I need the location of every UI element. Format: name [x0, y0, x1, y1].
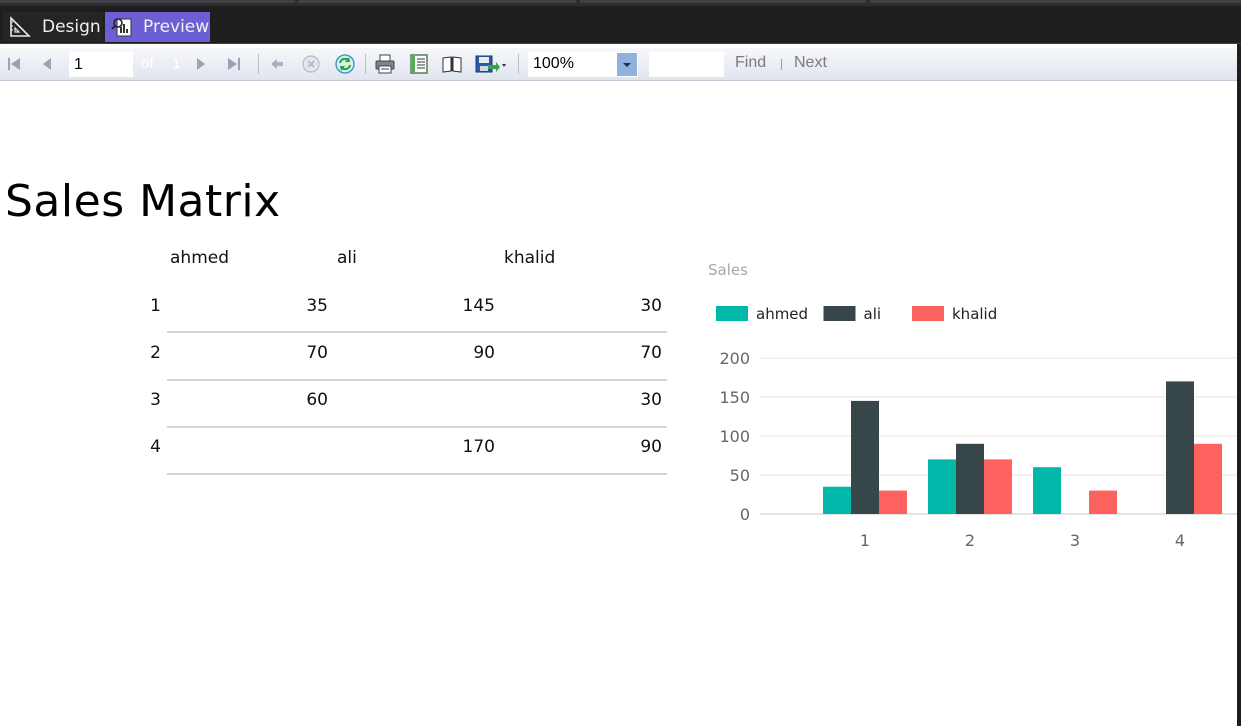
window-right-edge — [1237, 44, 1241, 726]
y-tick-label: 50 — [730, 466, 750, 485]
tab-preview-label: Preview — [143, 17, 210, 37]
matrix-column-header: ali — [337, 248, 357, 268]
matrix-cell: 30 — [640, 390, 662, 410]
strip-segment — [870, 0, 1241, 3]
toolbar-separator — [365, 54, 366, 74]
total-pages-label: 1 — [172, 55, 181, 72]
report-viewer-toolbar: of 1 100% Find Next — [0, 48, 1237, 81]
bar-khalid-2 — [984, 459, 1012, 514]
find-next-button[interactable]: Next — [794, 54, 827, 72]
back-button[interactable] — [266, 53, 288, 75]
matrix-row-header: 4 — [150, 437, 161, 457]
toolbar-separator — [518, 54, 519, 74]
last-page-icon — [228, 58, 240, 70]
of-label: of — [141, 55, 154, 72]
print-layout-button[interactable] — [408, 53, 430, 75]
bar-khalid-3 — [1089, 490, 1117, 514]
x-tick-label: 1 — [860, 531, 870, 550]
y-tick-label: 100 — [719, 427, 750, 446]
x-tick-label: 3 — [1070, 531, 1080, 550]
strip-segment — [298, 0, 576, 3]
matrix-row-divider — [167, 473, 667, 475]
matrix-cell: 90 — [640, 437, 662, 457]
report-title: Sales Matrix — [5, 176, 281, 227]
first-page-icon — [8, 58, 20, 70]
legend-swatch — [823, 306, 856, 321]
save-export-icon — [475, 55, 506, 73]
matrix-row-divider — [167, 379, 667, 381]
stop-button[interactable] — [300, 53, 322, 75]
tab-preview[interactable]: Preview — [105, 12, 210, 42]
bar-ali-4 — [1166, 381, 1194, 514]
tab-design[interactable]: Design — [2, 12, 103, 42]
page-setup-button[interactable] — [441, 53, 463, 75]
legend-label: ahmed — [756, 305, 808, 323]
next-page-icon — [197, 58, 205, 70]
last-page-button[interactable] — [223, 53, 245, 75]
export-button[interactable] — [473, 53, 509, 75]
sales-bar-chart: Sales ahmed ali khalid 0 50 100 150 200 1 2 3 4 — [708, 261, 1237, 550]
tab-design-label: Design — [42, 17, 101, 37]
y-tick-label: 0 — [740, 505, 750, 524]
bar-ahmed-1 — [823, 486, 851, 514]
chevron-down-icon — [623, 62, 631, 67]
matrix-cell: 70 — [640, 343, 662, 363]
matrix-cell: 60 — [306, 390, 328, 410]
page-layout-icon — [410, 54, 428, 74]
design-ruler-icon — [8, 15, 32, 39]
preview-report-icon — [111, 15, 135, 39]
print-button[interactable] — [374, 53, 396, 75]
bar-ali-2 — [956, 443, 984, 514]
bar-khalid-4 — [1194, 443, 1222, 514]
legend-swatch — [716, 306, 748, 321]
view-tab-bar: Design Preview — [0, 6, 1241, 44]
zoom-dropdown-button[interactable] — [617, 53, 637, 76]
bar-khalid-1 — [879, 490, 907, 514]
matrix-cell: 90 — [473, 343, 495, 363]
matrix-row-header: 1 — [150, 296, 161, 316]
bar-ahmed-3 — [1033, 467, 1061, 514]
legend-label: ali — [864, 305, 882, 323]
matrix-column-header: ahmed — [170, 248, 230, 268]
refresh-button[interactable] — [334, 53, 356, 75]
find-next-separator — [781, 59, 782, 70]
toolbar-separator — [258, 54, 259, 74]
printer-icon — [375, 54, 395, 74]
previous-page-icon — [43, 58, 51, 70]
first-page-button[interactable] — [3, 53, 25, 75]
refresh-icon — [335, 54, 355, 74]
y-tick-label: 200 — [719, 349, 750, 368]
strip-segment — [580, 0, 866, 3]
matrix-cell: 70 — [306, 343, 328, 363]
previous-page-button[interactable] — [36, 53, 58, 75]
x-tick-label: 2 — [965, 531, 975, 550]
matrix-row-divider — [167, 331, 667, 333]
matrix-row-divider — [167, 426, 667, 428]
chart-title: Sales — [708, 261, 748, 279]
find-text-input[interactable] — [649, 52, 724, 77]
bar-ali-1 — [851, 400, 879, 514]
matrix-column-header: khalid — [504, 248, 556, 268]
current-page-input[interactable] — [69, 52, 133, 77]
matrix-cell: 35 — [306, 296, 328, 316]
matrix-row-header: 2 — [150, 343, 161, 363]
x-tick-label: 4 — [1175, 531, 1185, 550]
y-tick-label: 150 — [719, 388, 750, 407]
stop-icon — [302, 55, 320, 73]
matrix-cell: 30 — [640, 296, 662, 316]
find-button[interactable]: Find — [735, 54, 766, 72]
next-page-button[interactable] — [190, 53, 212, 75]
legend-label: khalid — [952, 305, 997, 323]
matrix-cell: 145 — [462, 296, 495, 316]
matrix-cell: 170 — [462, 437, 495, 457]
bar-ahmed-2 — [928, 459, 956, 514]
strip-segment — [0, 0, 295, 3]
legend-swatch — [912, 306, 944, 321]
back-arrow-icon — [271, 59, 283, 69]
matrix-row-header: 3 — [150, 390, 161, 410]
open-book-icon — [442, 56, 462, 73]
